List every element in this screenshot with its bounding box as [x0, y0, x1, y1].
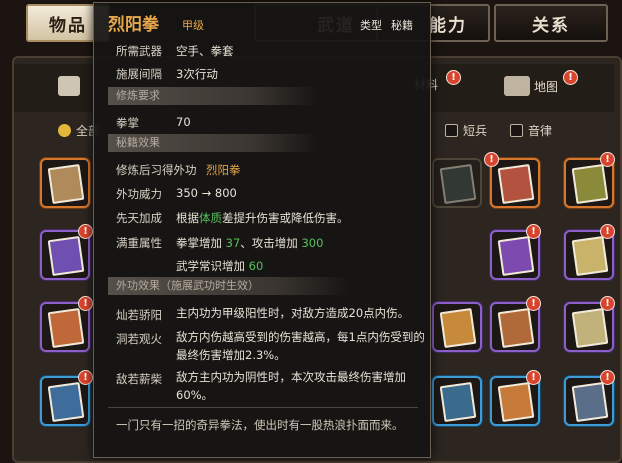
checkbox-icon	[58, 124, 71, 137]
effect-name: 灿若骄阳	[116, 308, 162, 322]
alert-badge: !	[600, 370, 615, 385]
item-type-value: 秘籍	[391, 19, 413, 32]
book-icon	[439, 163, 477, 205]
divider	[108, 407, 418, 408]
full-attr-label: 满重属性	[116, 236, 162, 250]
alert-badge: !	[484, 152, 499, 167]
book-icon	[439, 381, 477, 423]
full-attr-line-2: 武学常识增加 60	[176, 258, 263, 274]
alert-badge: !	[600, 296, 615, 311]
section-external-effects: 外功效果（施展武功时生效）	[108, 277, 348, 295]
category-map[interactable]: 地图	[504, 76, 558, 96]
alert-badge: !	[526, 370, 541, 385]
inventory-slot[interactable]	[432, 302, 482, 352]
text: 、攻击增加	[240, 236, 302, 250]
book-icon	[47, 307, 85, 349]
alert-badge: !	[600, 224, 615, 239]
filter-short-weapon[interactable]: 短兵	[445, 122, 487, 139]
alert-badge: !	[78, 296, 93, 311]
tab-label: 能力	[429, 15, 467, 36]
weapon-label: 所需武器	[116, 44, 162, 58]
checkbox-icon	[445, 124, 458, 137]
item-grade: 甲级	[182, 19, 204, 32]
book-icon	[571, 235, 609, 277]
alert-badge: !	[78, 370, 93, 385]
tooltip-header: 烈阳拳 甲级 类型 秘籍	[108, 8, 420, 36]
full-attr-line-1: 拳掌增加 37、攻击增加 300	[176, 235, 323, 251]
learn-label: 修炼后习得外功	[116, 163, 197, 177]
checkbox-icon	[510, 124, 523, 137]
innate-highlight: 体质	[199, 211, 222, 225]
weapon-value: 空手、拳套	[176, 44, 234, 58]
effect-text: 敌方主内功为阴性时，本次攻击最终伤害增加60%。	[176, 370, 406, 402]
book-icon	[571, 381, 609, 423]
item-name: 烈阳拳	[108, 15, 159, 35]
book-icon	[47, 235, 85, 277]
requirement-value: 70	[176, 115, 191, 129]
book-icon	[47, 381, 85, 423]
requirement-label: 拳掌	[116, 116, 139, 130]
tab-label: 物品	[49, 15, 87, 36]
book-icon	[439, 307, 477, 349]
pot-icon	[58, 76, 80, 96]
alert-badge: !	[78, 224, 93, 239]
innate-prefix: 根据	[176, 211, 199, 225]
alert-badge: !	[446, 70, 461, 85]
innate-value: 根据体质差提升伤害或降低伤害。	[176, 210, 349, 226]
book-icon	[571, 163, 609, 205]
item-type-label: 类型	[360, 19, 382, 32]
value: 300	[301, 236, 324, 250]
filter-label: 音律	[528, 124, 553, 138]
flavor-text: 一门只有一招的奇异拳法，使出时有一股热浪扑面而来。	[116, 418, 404, 432]
alert-badge: !	[526, 224, 541, 239]
effect-name: 洞若观火	[116, 332, 162, 346]
book-icon	[47, 163, 85, 205]
alert-badge: !	[526, 296, 541, 311]
alert-badge: !	[563, 70, 578, 85]
category-icon-1[interactable]	[58, 76, 80, 96]
alert-badge: !	[600, 152, 615, 167]
inventory-slot[interactable]	[490, 158, 540, 208]
item-tooltip: 烈阳拳 甲级 类型 秘籍 所需武器 空手、拳套 施展间隔 3次行动 修炼要求 拳…	[93, 2, 431, 458]
tab-relations[interactable]: 关系	[494, 4, 608, 42]
power-label: 外功威力	[116, 187, 162, 201]
map-icon	[504, 76, 530, 96]
category-label: 地图	[534, 79, 559, 94]
book-icon	[497, 381, 535, 423]
filter-label: 短兵	[463, 124, 488, 138]
book-icon	[571, 307, 609, 349]
book-icon	[497, 235, 535, 277]
text: 拳掌增加	[176, 236, 226, 250]
section-requirements: 修炼要求	[108, 87, 318, 105]
section-effects: 秘籍效果	[108, 134, 318, 152]
text: 武学常识增加	[176, 259, 249, 273]
book-icon	[497, 307, 535, 349]
inventory-slot[interactable]	[432, 158, 482, 208]
tab-label: 关系	[532, 15, 570, 36]
interval-value: 3次行动	[176, 67, 218, 81]
power-value: 350 → 800	[176, 186, 237, 200]
book-icon	[497, 163, 535, 205]
effect-name: 敌若薪柴	[116, 372, 162, 386]
filter-music[interactable]: 音律	[510, 122, 552, 139]
innate-suffix: 差提升伤害或降低伤害。	[222, 211, 349, 225]
inventory-slot[interactable]	[40, 158, 90, 208]
effect-text: 敌方内伤越高受到的伤害越高，每1点内伤受到的最终伤害增加2.3%。	[176, 330, 425, 362]
value: 60	[248, 259, 264, 273]
learn-value: 烈阳拳	[206, 163, 241, 177]
interval-label: 施展间隔	[116, 67, 162, 81]
innate-label: 先天加成	[116, 211, 162, 225]
value: 37	[225, 236, 241, 250]
inventory-slot[interactable]	[432, 376, 482, 426]
effect-text: 主内功为甲级阳性时，对敌方造成20点内伤。	[176, 306, 410, 320]
